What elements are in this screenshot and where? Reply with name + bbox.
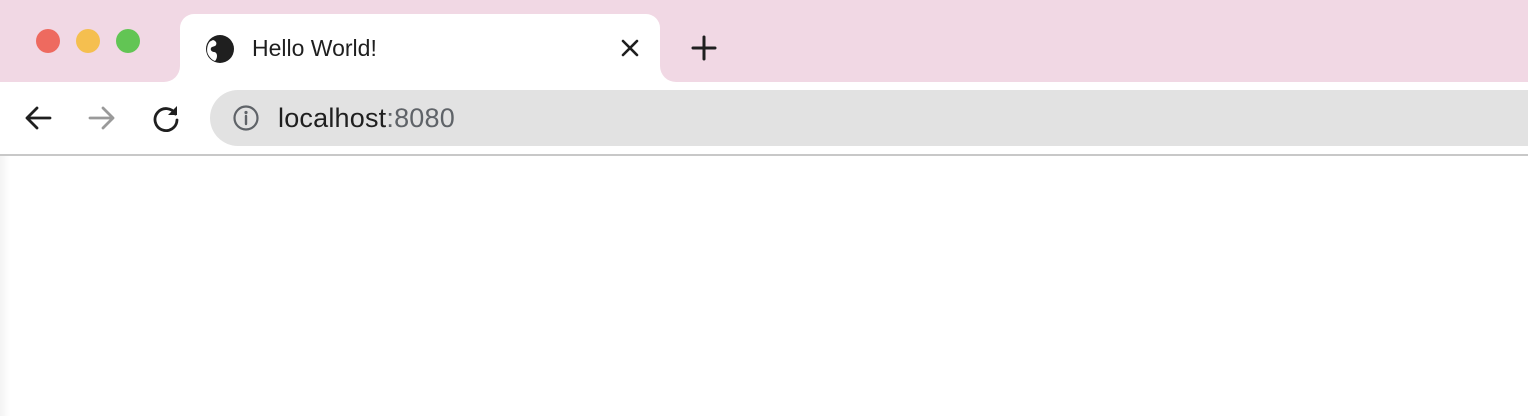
window-minimize-button[interactable] [76, 29, 100, 53]
content-edge [0, 156, 10, 416]
browser-window: Hello World! localhost:8080 [0, 0, 1528, 416]
address-bar[interactable]: localhost:8080 [210, 90, 1528, 146]
globe-icon [206, 35, 234, 63]
plus-icon[interactable] [688, 32, 720, 64]
arrow-right-icon[interactable] [86, 102, 118, 134]
close-icon[interactable] [618, 36, 642, 60]
toolbar: localhost:8080 [0, 82, 1528, 156]
url-text[interactable]: localhost:8080 [278, 103, 455, 134]
tab-active[interactable]: Hello World! [180, 14, 660, 82]
window-maximize-button[interactable] [116, 29, 140, 53]
url-host: localhost [278, 103, 387, 133]
info-icon[interactable] [232, 104, 260, 132]
window-close-button[interactable] [36, 29, 60, 53]
tab-title: Hello World! [252, 35, 377, 61]
tab-strip: Hello World! [0, 0, 1528, 82]
arrow-left-icon[interactable] [22, 102, 54, 134]
page-content [0, 156, 1528, 416]
reload-icon[interactable] [150, 102, 182, 134]
url-port: :8080 [386, 103, 455, 133]
